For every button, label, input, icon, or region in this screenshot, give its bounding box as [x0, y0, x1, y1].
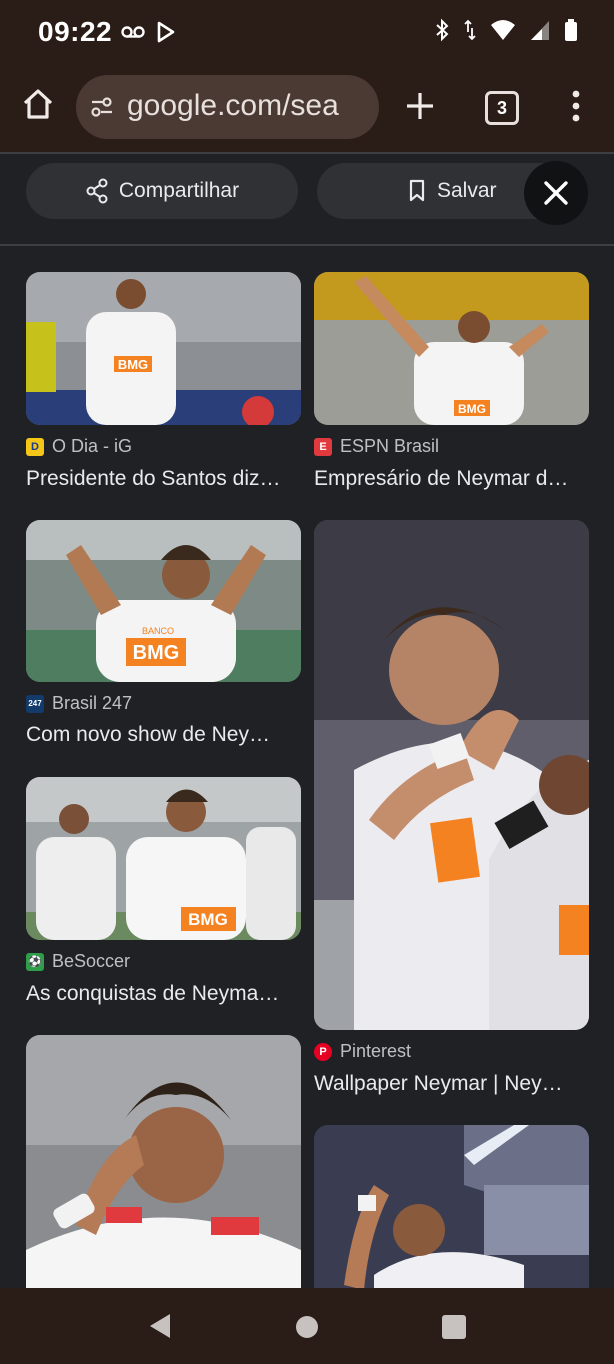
result-image[interactable]: BMG BANCO [26, 520, 301, 682]
address-bar[interactable]: google.com/sea [76, 75, 379, 139]
result-image[interactable]: BMG [26, 272, 301, 425]
home-circle-icon[interactable] [296, 1316, 318, 1338]
share-icon [86, 178, 108, 204]
result-title[interactable]: As conquistas de Neyma… [26, 982, 301, 1006]
status-bar: 09:22 [0, 0, 614, 64]
result-title[interactable]: Com novo show de Ney… [26, 723, 301, 747]
home-icon [23, 89, 53, 119]
close-button[interactable] [524, 161, 588, 225]
result-source: E ESPN Brasil [314, 436, 439, 457]
signal-icon [530, 19, 550, 46]
battery-icon [564, 18, 578, 47]
result-title[interactable]: Empresário de Neymar d… [314, 467, 589, 491]
share-button[interactable]: Compartilhar [26, 163, 298, 219]
close-icon [544, 181, 568, 205]
new-tab-button[interactable] [402, 88, 438, 124]
result-image[interactable]: BMG [26, 777, 301, 940]
voicemail-icon [120, 20, 146, 49]
share-label: Compartilhar [118, 179, 240, 202]
bluetooth-icon [434, 18, 450, 47]
result-image[interactable] [314, 520, 589, 1030]
sponsor-text: BMG [118, 357, 148, 372]
home-button[interactable] [20, 86, 56, 122]
url-text[interactable]: google.com/sea [127, 89, 339, 123]
favicon-icon: 247 [26, 694, 44, 713]
plus-icon [407, 93, 433, 119]
source-name: ESPN Brasil [340, 436, 440, 456]
back-button[interactable] [148, 1312, 172, 1345]
result-title[interactable]: Wallpaper Neymar | Ney… [314, 1072, 589, 1096]
result-source: ⚽ BeSoccer [26, 951, 130, 972]
status-left-icons [120, 20, 176, 49]
wifi-icon [490, 19, 516, 46]
system-nav-bar [0, 1288, 614, 1364]
result-source: D O Dia - iG [26, 436, 132, 457]
site-settings-icon[interactable] [90, 95, 114, 119]
source-name: Pinterest [340, 1041, 412, 1061]
result-source: P Pinterest [314, 1041, 411, 1062]
back-triangle-icon [150, 1314, 170, 1338]
favicon-icon: ⚽ [26, 952, 44, 971]
status-time: 09:22 [38, 16, 113, 47]
more-vert-icon [572, 90, 580, 122]
source-name: Brasil 247 [52, 693, 133, 713]
result-source: 247 Brasil 247 [26, 693, 132, 714]
status-right-icons [434, 18, 578, 47]
tab-switcher-button[interactable]: 3 [485, 91, 519, 125]
sponsor-text: BMG [133, 642, 180, 664]
result-title[interactable]: Presidente do Santos diz… [26, 467, 301, 491]
result-image[interactable] [26, 1035, 301, 1305]
chips-divider [0, 244, 614, 246]
favicon-icon: P [314, 1042, 332, 1061]
browser-toolbar: google.com/sea 3 [0, 64, 614, 152]
play-store-icon [156, 20, 176, 49]
sponsor-text: BMG [188, 910, 228, 929]
result-image[interactable]: BMG [314, 272, 589, 425]
source-name: O Dia - iG [52, 436, 133, 456]
favicon-icon: D [26, 437, 44, 456]
sponsor-small-text: BANCO [142, 626, 174, 636]
source-name: BeSoccer [52, 951, 131, 971]
sponsor-text: BMG [458, 402, 486, 416]
bookmark-icon [409, 179, 425, 202]
recents-square-icon[interactable] [442, 1315, 466, 1339]
data-arrows-icon [464, 18, 476, 47]
save-label: Salvar [437, 179, 497, 202]
more-menu-button[interactable] [566, 88, 586, 124]
toolbar-divider [0, 152, 614, 154]
result-image[interactable] [314, 1125, 589, 1305]
favicon-icon: E [314, 437, 332, 456]
